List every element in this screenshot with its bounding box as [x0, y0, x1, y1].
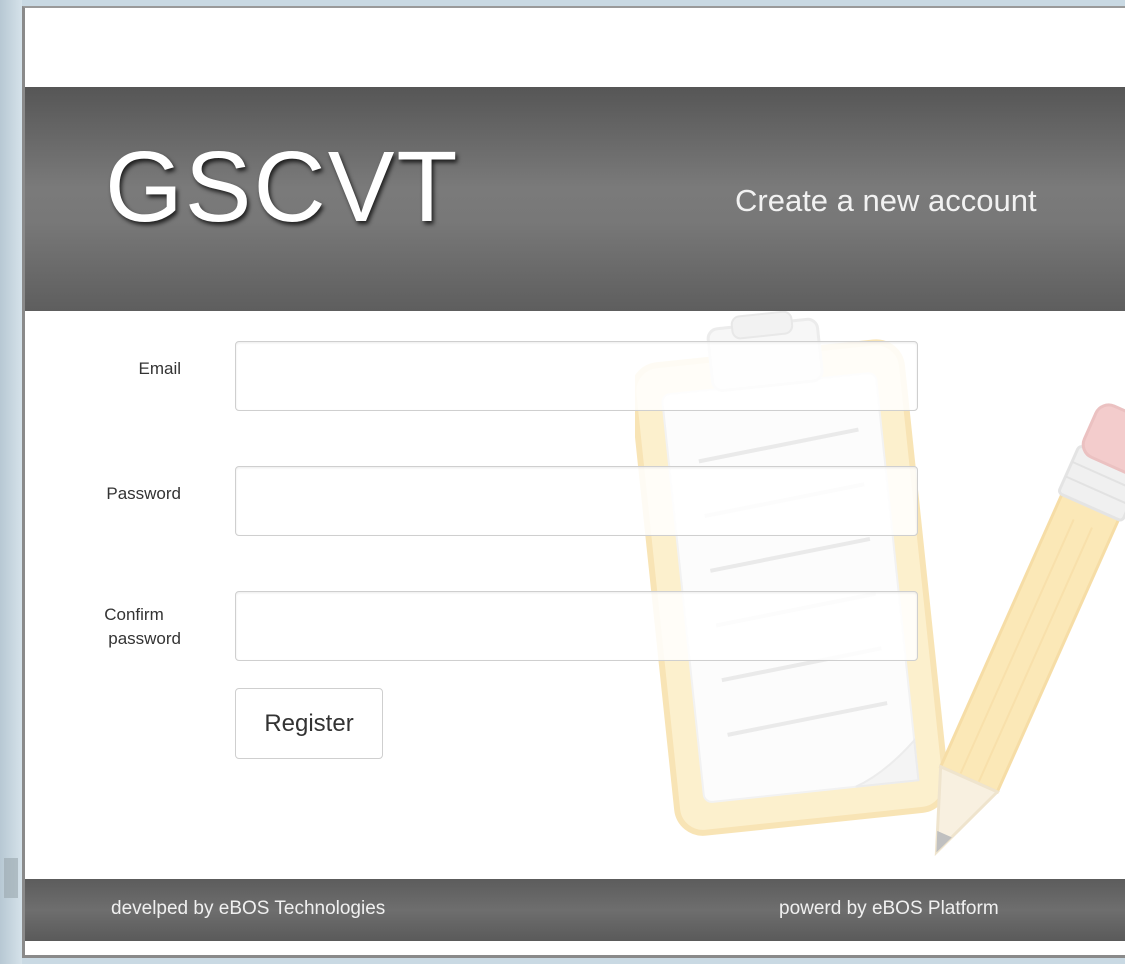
desktop-edge	[0, 0, 22, 964]
password-input[interactable]	[235, 466, 918, 536]
page-subtitle: Create a new account	[735, 183, 1037, 218]
header-band: GSCVT Create a new account	[25, 87, 1125, 311]
desktop-edge-mark	[4, 858, 18, 898]
password-label: Password	[106, 484, 181, 503]
email-label: Email	[138, 359, 181, 378]
register-form: Email Password Confirm password Register	[25, 311, 1125, 879]
register-button[interactable]: Register	[235, 688, 383, 759]
footer-band: develped by eBOS Technologies powerd by …	[25, 879, 1125, 941]
confirm-password-label: Confirm password	[51, 603, 181, 651]
page-window: GSCVT Create a new account Email Passwor…	[22, 6, 1125, 958]
confirm-password-label-line2: password	[108, 629, 181, 648]
footer-developer-credit: develped by eBOS Technologies	[111, 898, 386, 919]
brand-logo: GSCVT	[105, 131, 460, 243]
footer-platform-credit: powerd by eBOS Platform	[779, 898, 999, 919]
confirm-password-label-line1: Confirm	[104, 605, 164, 624]
confirm-password-input[interactable]	[235, 591, 918, 661]
email-input[interactable]	[235, 341, 918, 411]
